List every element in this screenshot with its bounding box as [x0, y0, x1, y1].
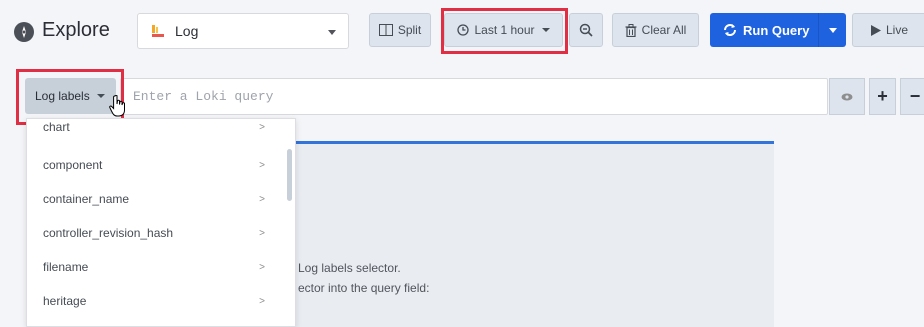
log-labels-button[interactable]: Log labels — [25, 78, 116, 114]
chevron-down-icon — [96, 94, 105, 98]
clear-all-button[interactable]: Clear All — [612, 13, 699, 47]
trash-icon — [625, 23, 637, 37]
time-range-label: Last 1 hour — [474, 23, 535, 37]
zoom-out-icon — [579, 23, 593, 37]
dropdown-item-label: filename — [43, 260, 89, 274]
datasource-name: Log — [175, 23, 199, 39]
toggle-query-visibility-button[interactable] — [829, 78, 865, 115]
live-label: Live — [886, 23, 909, 37]
dropdown-item-chart[interactable]: chart > — [27, 119, 287, 144]
run-query-main[interactable]: Run Query — [710, 13, 818, 47]
chevron-right-icon: > — [259, 159, 265, 171]
chevron-down-icon — [328, 30, 336, 35]
run-query-label: Run Query — [743, 22, 810, 38]
split-label: Split — [397, 23, 422, 37]
play-icon — [871, 24, 881, 36]
compass-icon — [14, 22, 34, 42]
loki-logo-icon — [152, 25, 164, 37]
remove-query-button[interactable]: − — [900, 78, 924, 115]
time-range-picker[interactable]: Last 1 hour — [444, 13, 563, 47]
minus-icon: − — [909, 86, 921, 106]
clear-all-label: Clear All — [641, 23, 687, 37]
chevron-right-icon: > — [259, 295, 265, 307]
dropdown-item-filename[interactable]: filename > — [27, 250, 287, 284]
clock-icon — [457, 24, 470, 36]
page-title: Explore — [42, 19, 110, 41]
chevron-right-icon: > — [259, 121, 265, 133]
dropdown-item-label: container_name — [43, 192, 130, 206]
dropdown-scrollbar[interactable] — [287, 149, 292, 201]
dropdown-item-label: chart — [43, 120, 70, 134]
log-labels-dropdown: chart > component > container_name > con… — [26, 118, 296, 327]
log-labels-label: Log labels — [35, 89, 90, 103]
live-button[interactable]: Live — [852, 13, 924, 47]
chevron-right-icon: > — [259, 261, 265, 273]
run-query-options[interactable] — [818, 13, 846, 47]
run-query-button[interactable]: Run Query — [710, 13, 846, 47]
add-query-button[interactable]: + — [869, 78, 896, 115]
dropdown-item-container-name[interactable]: container_name > — [27, 182, 287, 216]
columns-icon — [378, 24, 393, 36]
plus-icon: + — [877, 86, 888, 106]
dropdown-item-label: heritage — [43, 294, 87, 308]
help-line: Log labels selector. — [298, 261, 401, 275]
eye-icon — [841, 93, 853, 100]
chevron-right-icon: > — [259, 227, 265, 239]
help-text: Log labels selector. ector into the quer… — [298, 258, 429, 298]
dropdown-item-label: controller_revision_hash — [43, 226, 174, 240]
explore-toolbar: Explore Log Split Last 1 hour Clear All … — [0, 0, 924, 62]
dropdown-item-label: component — [43, 158, 103, 172]
dropdown-item-controller-revision-hash[interactable]: controller_revision_hash > — [27, 216, 287, 250]
chevron-down-icon — [541, 28, 550, 32]
dropdown-item-component[interactable]: component > — [27, 148, 287, 182]
datasource-picker[interactable]: Log — [137, 13, 349, 49]
chevron-down-icon — [828, 27, 837, 33]
help-line: ector into the query field: — [298, 281, 430, 295]
sync-icon — [724, 24, 736, 36]
chevron-right-icon: > — [259, 193, 265, 205]
query-input[interactable]: Enter a Loki query — [120, 78, 828, 115]
hand-cursor-icon — [109, 95, 125, 117]
dropdown-item-heritage[interactable]: heritage > — [27, 284, 287, 318]
split-button[interactable]: Split — [369, 13, 431, 47]
zoom-out-button[interactable] — [569, 13, 603, 47]
